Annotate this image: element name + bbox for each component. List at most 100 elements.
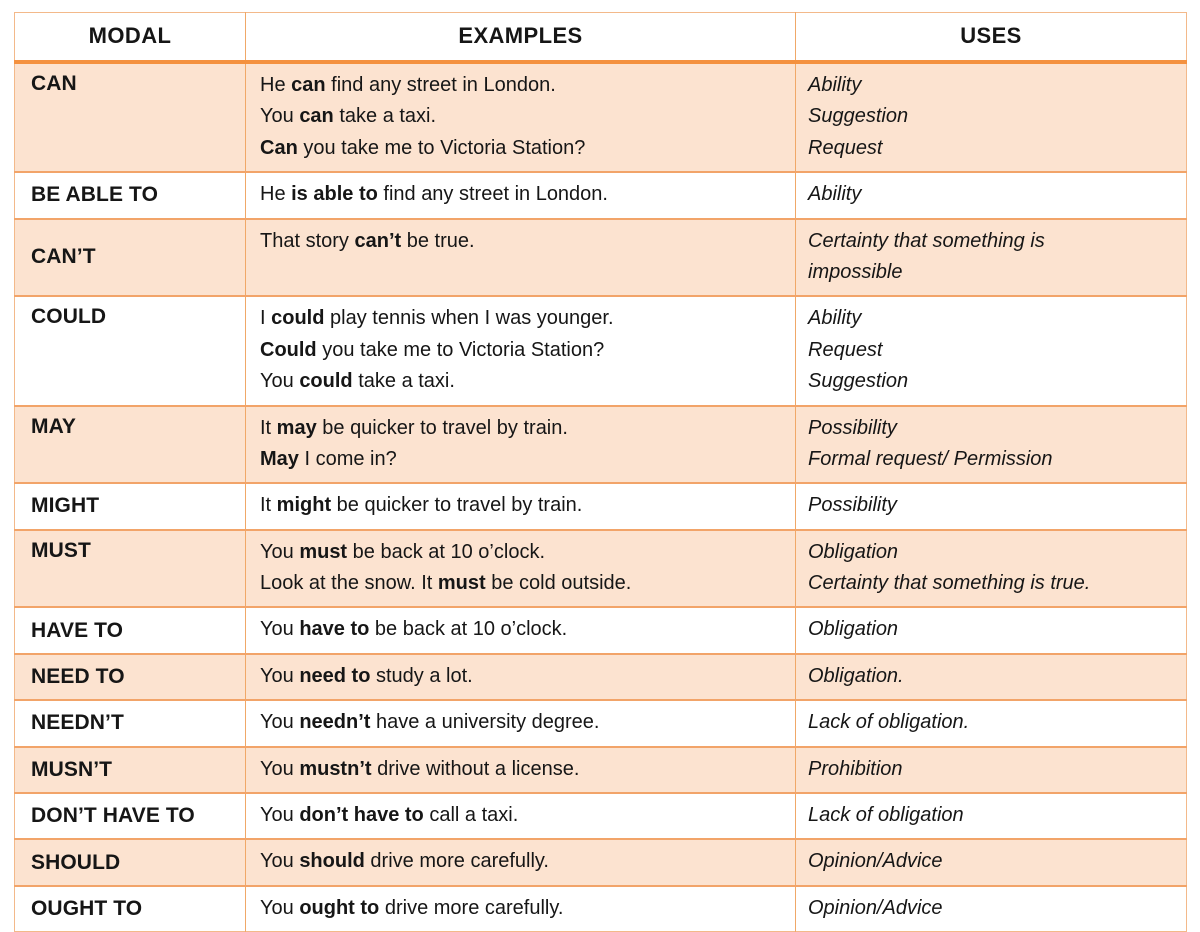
table-row: OUGHT TO You ought to drive more carefull… (14, 885, 1187, 932)
modal-highlight: need to (299, 664, 371, 687)
use-label: Prohibition (808, 757, 903, 780)
example-sentences-cell: He can find any street in London. You can… (245, 62, 796, 174)
modal-highlight: can (299, 105, 334, 128)
modal-highlight: have to (299, 618, 370, 641)
header-row: MODAL EXAMPLES USES (14, 12, 1187, 64)
example-sentences-cell: You must be back at 10 o’clock. Look at t… (245, 529, 796, 609)
modal-verbs-sheet: MODAL EXAMPLES USES CAN He can find any s… (14, 12, 1187, 932)
example-sentence: You could take a taxi. (260, 370, 455, 393)
modal-name-cell: CAN’T (14, 218, 246, 298)
use-label: Possibility (808, 416, 897, 439)
modal-name-cell: NEEDN’T (14, 700, 246, 748)
use-label: Lack of obligation (808, 804, 964, 827)
example-sentence: May I come in? (260, 447, 397, 470)
use-label: Suggestion (808, 370, 909, 393)
uses-cell: Opinion/Advice (795, 839, 1187, 887)
example-sentence: That story can’t be true. (260, 229, 475, 252)
uses-cell: Opinion/Advice (795, 885, 1187, 932)
modal-highlight: can (291, 74, 326, 96)
example-sentences-cell: You needn’t have a university degree. (245, 700, 796, 748)
table-row: CAN’T That story can’t be true. Certainty … (14, 218, 1187, 298)
uses-cell: Ability Request Suggestion (795, 296, 1187, 407)
modal-name-cell: BE ABLE TO (14, 172, 246, 220)
example-sentences-cell: It may be quicker to travel by train. May… (245, 405, 796, 485)
example-sentences-cell: You don’t have to call a taxi. (245, 793, 796, 841)
modal-highlight: should (299, 850, 365, 873)
uses-cell: Prohibition (795, 746, 1187, 795)
uses-cell: Ability Suggestion Request (795, 62, 1187, 174)
modal-highlight: can’t (354, 229, 402, 252)
example-sentence: It might be quicker to travel by train. (260, 494, 583, 517)
modal-highlight: must (437, 572, 486, 595)
table-row: MAY It may be quicker to travel by train.… (14, 405, 1187, 485)
use-label: Obligation. (808, 664, 904, 687)
modal-highlight: must (299, 540, 348, 563)
example-sentence: He can find any street in London. (260, 74, 556, 96)
example-sentence: Look at the snow. It must be cold outsid… (260, 572, 632, 595)
example-sentence: You can take a taxi. (260, 105, 437, 128)
modal-highlight: mustn’t (299, 757, 372, 780)
table-row: CAN He can find any street in London. You … (14, 62, 1187, 174)
example-sentence: You need to study a lot. (260, 664, 473, 687)
table-row: COULD I could play tennis when I was youn… (14, 296, 1187, 407)
example-sentences-cell: You need to study a lot. (245, 653, 796, 702)
use-label: impossible (808, 260, 903, 283)
modal-name-cell: SHOULD (14, 839, 246, 887)
modal-name-cell: MUST (14, 529, 246, 609)
example-sentences-cell: You have to be back at 10 o’clock. (245, 607, 796, 655)
table-row: SHOULD You should drive more carefully. Op… (14, 839, 1187, 887)
use-label: Ability (808, 307, 862, 330)
example-sentences-cell: It might be quicker to travel by train. (245, 483, 796, 531)
uses-cell: Lack of obligation. (795, 700, 1187, 748)
modal-highlight: don’t have to (299, 804, 424, 827)
table-row: BE ABLE TO He is able to find any street … (14, 172, 1187, 220)
table-row: MUST You must be back at 10 o’clock. Look … (14, 529, 1187, 609)
use-label: Lack of obligation. (808, 711, 970, 734)
uses-cell: Certainty that something is impossible (795, 218, 1187, 298)
modal-name-cell: OUGHT TO (14, 885, 246, 932)
modal-highlight: could (271, 307, 325, 330)
example-sentence: You must be back at 10 o’clock. (260, 540, 545, 563)
column-header-uses: USES (795, 12, 1187, 64)
modal-verbs-table: MODAL EXAMPLES USES CAN He can find any s… (14, 12, 1187, 932)
table-row: NEEDN’T You needn’t have a university deg… (14, 700, 1187, 748)
example-sentence: Could you take me to Victoria Station? (260, 338, 605, 361)
table-body: CAN He can find any street in London. You … (14, 62, 1187, 932)
example-sentence: You have to be back at 10 o’clock. (260, 618, 568, 641)
uses-cell: Obligation Certainty that something is tr… (795, 529, 1187, 609)
use-label: Formal request/ Permission (808, 447, 1053, 470)
modal-highlight: is able to (291, 183, 378, 206)
example-sentences-cell: You should drive more carefully. (245, 839, 796, 887)
uses-cell: Obligation (795, 607, 1187, 655)
modal-name-cell: NEED TO (14, 653, 246, 702)
example-sentence: You don’t have to call a taxi. (260, 804, 519, 827)
use-label: Request (808, 136, 883, 159)
use-label: Certainty that something is (808, 229, 1045, 252)
modal-name-cell: MUSN’T (14, 746, 246, 795)
modal-highlight: may (276, 416, 317, 439)
modal-highlight: Could (260, 338, 317, 361)
modal-name-cell: DON’T HAVE TO (14, 793, 246, 841)
use-label: Opinion/Advice (808, 896, 943, 919)
modal-name-cell: MAY (14, 405, 246, 485)
modal-highlight: might (276, 494, 332, 517)
use-label: Possibility (808, 494, 897, 517)
modal-name-cell: HAVE TO (14, 607, 246, 655)
table-row: MIGHT It might be quicker to travel by tr… (14, 483, 1187, 531)
column-header-examples: EXAMPLES (245, 12, 796, 64)
example-sentences-cell: You mustn’t drive without a license. (245, 746, 796, 795)
use-label: Obligation (808, 618, 899, 641)
modal-highlight: Can (260, 136, 298, 159)
use-label: Opinion/Advice (808, 850, 943, 873)
example-sentence: You needn’t have a university degree. (260, 711, 600, 734)
table-row: MUSN’T You mustn’t drive without a licens… (14, 746, 1187, 795)
example-sentences-cell: He is able to find any street in London. (245, 172, 796, 220)
use-label: Suggestion (808, 105, 909, 128)
use-label: Obligation (808, 540, 899, 563)
example-sentences-cell: You ought to drive more carefully. (245, 885, 796, 932)
modal-highlight: May (260, 447, 299, 470)
table-row: DON’T HAVE TO You don’t have to call a ta… (14, 793, 1187, 841)
use-label: Ability (808, 74, 862, 96)
example-sentences-cell: I could play tennis when I was younger. C… (245, 296, 796, 407)
modal-name-cell: CAN (14, 62, 246, 174)
